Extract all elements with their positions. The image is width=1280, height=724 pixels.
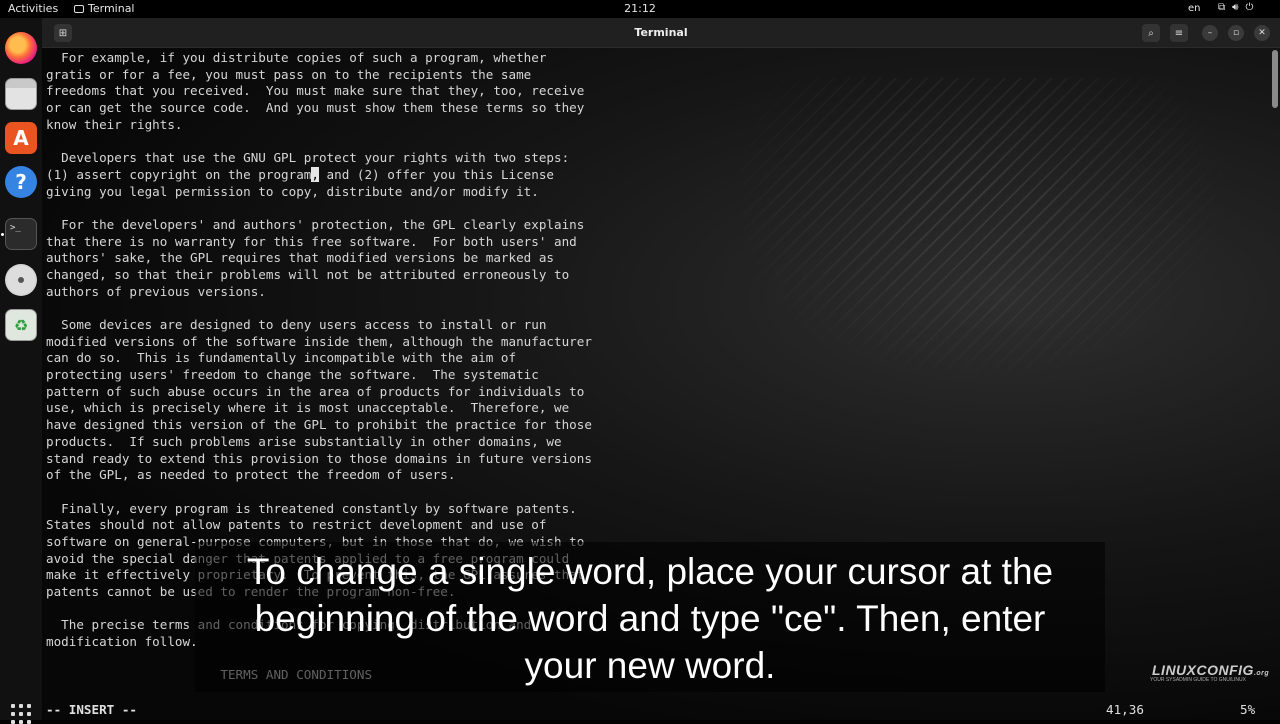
terminal-line: protecting users' freedom to change the … — [46, 367, 539, 383]
vim-status-line: -- INSERT -- 41,36 5% — [46, 702, 1272, 718]
activities-button[interactable]: Activities — [8, 2, 58, 15]
caption-line: beginning of the word and type "ce". The… — [254, 598, 1046, 639]
power-icon: ⏻ — [1245, 2, 1254, 13]
watermark-logo: LINUXCONFIG.org — [1152, 662, 1269, 678]
disc-icon[interactable] — [5, 264, 37, 296]
terminal-line: products. If such problems arise substan… — [46, 433, 562, 449]
terminal-line: For example, if you distribute copies of… — [46, 50, 547, 65]
terminal-glyph: >_ — [10, 223, 21, 233]
help-icon[interactable]: ? — [5, 166, 37, 198]
help-glyph: ? — [15, 170, 27, 194]
trash-icon[interactable]: ♻ — [5, 309, 37, 341]
minimize-icon[interactable]: – — [1202, 25, 1218, 41]
terminal-line: giving you legal permission to copy, dis… — [46, 183, 539, 199]
maximize-icon[interactable]: ▫ — [1228, 25, 1244, 41]
terminal-mini-icon — [74, 4, 84, 13]
terminal-line: or can get the source code. And you must… — [46, 100, 585, 116]
watermark-suffix: .org — [1253, 670, 1270, 677]
terminal-line: have designed this version of the GPL to… — [46, 417, 592, 433]
active-app-indicator — [1, 233, 4, 236]
terminal-line: gratis or for a fee, you must pass on to… — [46, 66, 532, 82]
app-menu[interactable]: Terminal — [74, 2, 135, 15]
terminal-line: know their rights. — [46, 116, 183, 132]
software-icon[interactable]: A — [5, 122, 37, 154]
new-tab-icon[interactable]: ⊞ — [54, 24, 72, 42]
terminal-line: authors of previous versions. — [46, 283, 266, 299]
terminal-line: use, which is precisely where it is most… — [46, 400, 570, 416]
app-menu-label: Terminal — [88, 2, 135, 15]
menu-icon[interactable]: ≡ — [1170, 24, 1188, 42]
system-menu[interactable]: ⧉ 🔊︎ ⏻ — [1218, 2, 1253, 13]
terminal-line: For the developers' and authors' protect… — [46, 216, 585, 232]
window-titlebar[interactable]: ⊞ Terminal ⌕ ≡ – ▫ ✕ — [42, 18, 1280, 48]
terminal-line: of the GPL, as needed to protect the fre… — [46, 467, 456, 483]
cursor-line-before: (1) assert copyright on the program — [46, 166, 312, 182]
terminal-line: Developers that use the GNU GPL protect … — [46, 150, 570, 166]
terminal-line: modified versions of the software inside… — [46, 333, 592, 349]
terminal-line: Some devices are designed to deny users … — [46, 317, 547, 332]
caption-line: your new word. — [524, 645, 776, 686]
terminal-line: (1) assert copyright on the program, and… — [46, 166, 592, 184]
scroll-percent: 5% — [1240, 702, 1256, 717]
clock[interactable]: 21:12 — [624, 2, 656, 15]
trash-glyph: ♻ — [13, 315, 29, 335]
terminal-line: freedoms that you received. You must mak… — [46, 83, 585, 99]
top-bar: Activities Terminal 21:12 en ⧉ 🔊︎ ⏻ — [0, 0, 1280, 18]
watermark-tagline: YOUR SYSADMIN GUIDE TO GNU/LINUX — [1150, 677, 1246, 683]
volume-icon: 🔊︎ — [1232, 2, 1239, 13]
scrollbar[interactable] — [1272, 50, 1278, 108]
wallpaper-stripes — [742, 78, 1262, 408]
terminal-line: that there is no warranty for this free … — [46, 233, 577, 249]
firefox-icon[interactable] — [5, 32, 37, 64]
dock: A ? >_ ♻ — [0, 18, 42, 724]
cursor-line-after: and (2) offer you this License — [318, 166, 555, 182]
show-apps-grid-icon[interactable] — [11, 704, 31, 724]
files-icon[interactable] — [5, 78, 37, 110]
terminal-line: Finally, every program is threatened con… — [46, 500, 577, 516]
terminal-line: changed, so that their problems will not… — [46, 266, 570, 282]
video-caption: To change a single word, place your curs… — [195, 548, 1105, 689]
input-language-indicator[interactable]: en — [1188, 3, 1201, 14]
cursor-position: 41,36 — [1106, 702, 1144, 717]
terminal-line: can do so. This is fundamentally incompa… — [46, 350, 517, 366]
search-icon[interactable]: ⌕ — [1142, 24, 1160, 42]
terminal-line: stand ready to extend this provision to … — [46, 450, 592, 466]
terminal-line: States should not allow patents to restr… — [46, 517, 547, 533]
watermark-brand: LINUXCONFIG — [1152, 662, 1254, 678]
software-glyph: A — [13, 126, 29, 150]
terminal-line: authors' sake, the GPL requires that mod… — [46, 250, 554, 266]
close-icon[interactable]: ✕ — [1254, 25, 1270, 41]
terminal-icon[interactable]: >_ — [5, 218, 37, 250]
window-title: Terminal — [634, 26, 688, 39]
terminal-line: pattern of such abuse occurs in the area… — [46, 383, 585, 399]
caption-line: To change a single word, place your curs… — [246, 551, 1054, 592]
vim-mode: -- INSERT -- — [46, 702, 137, 717]
text-cursor: , — [311, 166, 319, 182]
network-icon: ⧉ — [1218, 2, 1226, 13]
